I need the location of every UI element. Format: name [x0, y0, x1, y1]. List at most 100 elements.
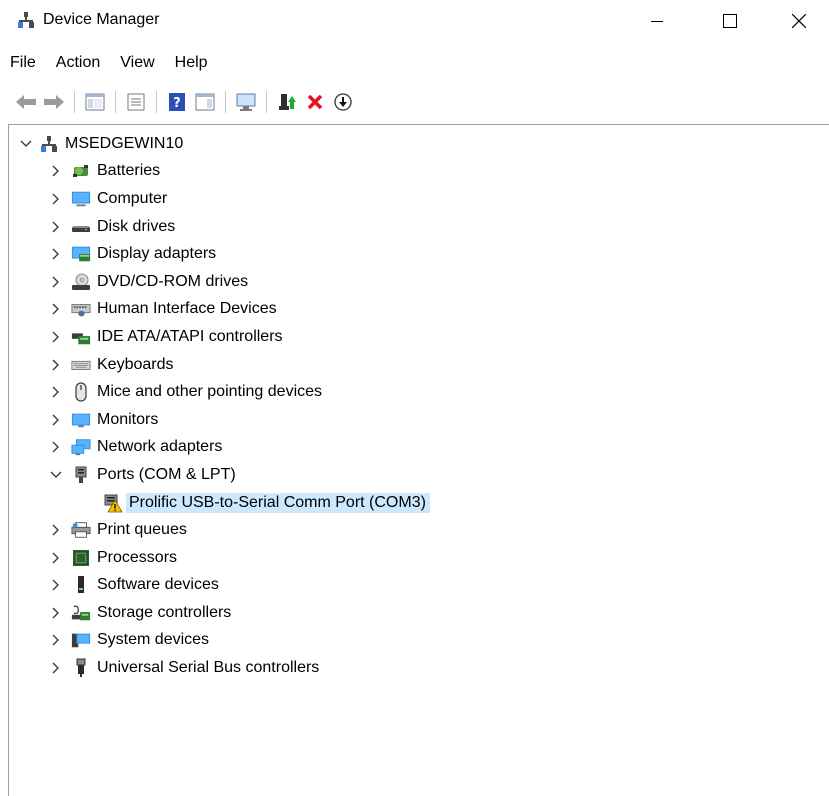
tree-item-label: System devices [97, 631, 210, 649]
tree-item-network-adapters[interactable]: Network adapters [9, 434, 829, 462]
tree-item-display-adapters[interactable]: Display adapters [9, 240, 829, 268]
software-device-icon [71, 575, 91, 595]
console-tree-icon [85, 93, 105, 111]
chevron-right-icon[interactable] [49, 330, 63, 344]
back-button[interactable] [14, 90, 38, 114]
tree-item-label: Batteries [97, 162, 161, 180]
window-title: Device Manager [43, 11, 160, 28]
chevron-right-icon[interactable] [49, 551, 63, 565]
menu-help[interactable]: Help [165, 50, 218, 76]
tree-item-print-queues[interactable]: Print queues [9, 516, 829, 544]
chevron-right-icon[interactable] [49, 275, 63, 289]
tree-item-monitors[interactable]: Monitors [9, 406, 829, 434]
tree-item-label: Monitors [97, 410, 159, 428]
tree-item-ide-ata-atapi-controllers[interactable]: IDE ATA/ATAPI controllers [9, 323, 829, 351]
tree-item-label: IDE ATA/ATAPI controllers [97, 327, 283, 345]
scan-hardware-changes-button[interactable] [234, 90, 258, 114]
close-button[interactable] [776, 0, 822, 42]
chevron-right-icon[interactable] [49, 413, 63, 427]
battery-icon [71, 161, 91, 181]
tree-item-label: Computer [97, 189, 168, 207]
tree-item-prolific-usb-serial-port[interactable]: Prolific USB-to-Serial Comm Port (COM3) [9, 489, 829, 517]
system-devices-icon [71, 630, 91, 650]
chevron-down-icon[interactable] [19, 137, 33, 151]
uninstall-device-button[interactable] [303, 90, 327, 114]
chevron-right-icon[interactable] [49, 633, 63, 647]
toolbar-separator [156, 91, 157, 113]
scan-monitor-icon [236, 93, 256, 111]
computer-icon [71, 189, 91, 209]
tree-item-dvd-cd-rom-drives[interactable]: DVD/CD-ROM drives [9, 268, 829, 296]
chevron-right-icon[interactable] [49, 578, 63, 592]
chevron-right-icon[interactable] [49, 523, 63, 537]
tree-item-label: Display adapters [97, 245, 217, 263]
chevron-right-icon[interactable] [49, 247, 63, 261]
red-x-icon [307, 94, 323, 110]
disable-device-button[interactable] [331, 90, 355, 114]
menu-file[interactable]: File [0, 50, 46, 76]
device-tree-panel: MSEDGEWIN10 Batteries Computer Disk driv… [8, 124, 829, 796]
chevron-right-icon[interactable] [49, 192, 63, 206]
chevron-right-icon[interactable] [49, 661, 63, 675]
tree-item-usb-controllers[interactable]: Universal Serial Bus controllers [9, 654, 829, 682]
tree-item-software-devices[interactable]: Software devices [9, 572, 829, 600]
tree-item-label: Universal Serial Bus controllers [97, 659, 320, 677]
dvd-drive-icon [71, 272, 91, 292]
action-pane-button[interactable] [193, 90, 217, 114]
chevron-right-icon[interactable] [49, 606, 63, 620]
show-hide-console-tree-button[interactable] [83, 90, 107, 114]
chevron-right-icon[interactable] [49, 385, 63, 399]
device-tree: MSEDGEWIN10 Batteries Computer Disk driv… [9, 130, 829, 682]
forward-button[interactable] [42, 90, 66, 114]
monitor-icon [71, 410, 91, 430]
storage-controller-icon [71, 603, 91, 623]
usb-icon [71, 658, 91, 678]
tree-item-processors[interactable]: Processors [9, 544, 829, 572]
device-manager-icon [17, 11, 35, 29]
chevron-right-icon[interactable] [49, 440, 63, 454]
back-arrow-icon [16, 95, 36, 109]
tree-item-disk-drives[interactable]: Disk drives [9, 213, 829, 241]
tree-item-computer[interactable]: Computer [9, 185, 829, 213]
chevron-down-icon[interactable] [49, 468, 63, 482]
svg-text:?: ? [173, 96, 181, 111]
network-adapter-icon [71, 437, 91, 457]
chevron-right-icon[interactable] [49, 358, 63, 372]
forward-arrow-icon [44, 95, 64, 109]
properties-button[interactable] [124, 90, 148, 114]
chevron-right-icon[interactable] [49, 220, 63, 234]
tree-item-batteries[interactable]: Batteries [9, 158, 829, 186]
tree-item-system-devices[interactable]: System devices [9, 627, 829, 655]
toolbar-separator [74, 91, 75, 113]
tree-item-label: Keyboards [97, 355, 174, 373]
tree-item-label: Print queues [97, 521, 187, 539]
tree-item-label: Mice and other pointing devices [97, 383, 323, 401]
menu-bar: File Action View Help [0, 50, 218, 76]
tree-item-label: Disk drives [97, 217, 176, 235]
menu-action[interactable]: Action [46, 50, 110, 76]
minimize-button[interactable] [634, 0, 680, 42]
tree-item-ports-com-lpt[interactable]: Ports (COM & LPT) [9, 461, 829, 489]
tree-item-human-interface-devices[interactable]: Human Interface Devices [9, 296, 829, 324]
hid-icon [71, 299, 91, 319]
maximize-button[interactable] [707, 0, 753, 42]
menu-view[interactable]: View [110, 50, 164, 76]
tree-root-label: MSEDGEWIN10 [65, 134, 184, 152]
toolbar: ? [0, 84, 829, 120]
computer-network-icon [39, 134, 59, 154]
processor-icon [71, 548, 91, 568]
toolbar-separator [266, 91, 267, 113]
tree-item-storage-controllers[interactable]: Storage controllers [9, 599, 829, 627]
help-icon: ? [169, 93, 185, 111]
update-driver-button[interactable] [275, 90, 299, 114]
tree-item-keyboards[interactable]: Keyboards [9, 351, 829, 379]
chevron-right-icon[interactable] [49, 164, 63, 178]
tree-root-item[interactable]: MSEDGEWIN10 [9, 130, 829, 158]
tree-item-mice[interactable]: Mice and other pointing devices [9, 378, 829, 406]
help-button[interactable]: ? [165, 90, 189, 114]
properties-icon [127, 93, 145, 111]
mouse-icon [71, 382, 91, 402]
update-driver-icon [279, 94, 296, 110]
chevron-right-icon[interactable] [49, 302, 63, 316]
toolbar-separator [225, 91, 226, 113]
